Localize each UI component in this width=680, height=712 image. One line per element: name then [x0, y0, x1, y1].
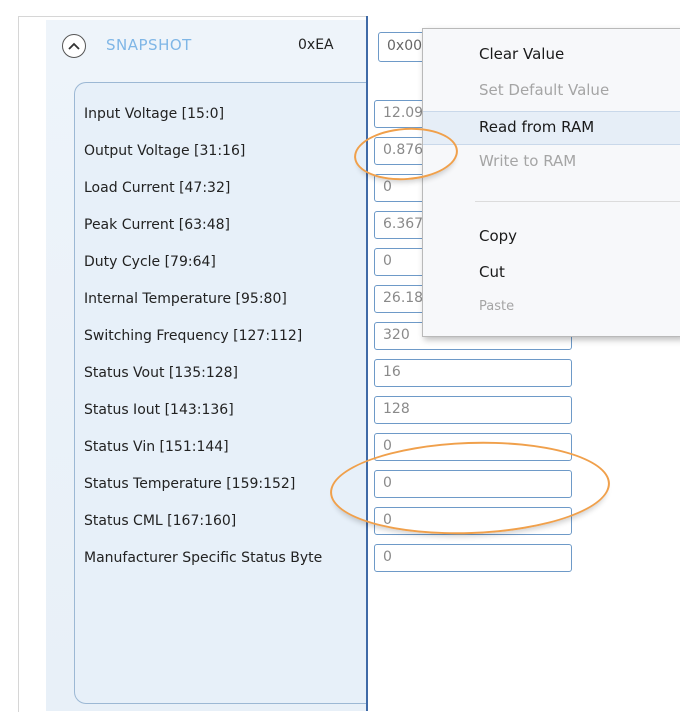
menu-item-cut[interactable]: Cut: [423, 257, 680, 291]
field-label-status-temperature: Status Temperature [159:152]: [84, 476, 296, 492]
field-label-load-current: Load Current [47:32]: [84, 180, 231, 196]
value-status-vin[interactable]: 0: [374, 433, 572, 461]
field-label-output-voltage: Output Voltage [31:16]: [84, 143, 246, 159]
value-status-cml[interactable]: 0: [374, 507, 572, 535]
chevron-up-icon: [68, 37, 80, 55]
menu-item-paste[interactable]: Paste: [423, 293, 680, 327]
field-label-duty-cycle: Duty Cycle [79:64]: [84, 254, 216, 270]
fields-group: [74, 82, 375, 704]
field-label-status-cml: Status CML [167:160]: [84, 513, 237, 529]
field-label-status-iout: Status Iout [143:136]: [84, 402, 234, 418]
field-label-internal-temperature: Internal Temperature [95:80]: [84, 291, 287, 307]
value-status-temperature[interactable]: 0: [374, 470, 572, 498]
value-manufacturer-status[interactable]: 0: [374, 544, 572, 572]
menu-item-copy[interactable]: Copy: [423, 221, 680, 255]
value-status-iout[interactable]: 128: [374, 396, 572, 424]
field-label-input-voltage: Input Voltage [15:0]: [84, 106, 225, 122]
field-label-peak-current: Peak Current [63:48]: [84, 217, 230, 233]
value-status-vout[interactable]: 16: [374, 359, 572, 387]
section-code: 0xEA: [298, 37, 334, 53]
menu-item-write-to-ram[interactable]: Write to RAM: [423, 146, 680, 180]
field-label-status-vout: Status Vout [135:128]: [84, 365, 239, 381]
field-label-manufacturer-status: Manufacturer Specific Status Byte: [84, 550, 323, 566]
menu-item-set-default-value[interactable]: Set Default Value: [423, 75, 680, 109]
menu-item-read-from-ram[interactable]: Read from RAM: [423, 111, 680, 145]
menu-item-clear-value[interactable]: Clear Value: [423, 39, 680, 73]
field-label-status-vin: Status Vin [151:144]: [84, 439, 229, 455]
context-menu: Clear Value Set Default Value Read from …: [422, 28, 680, 337]
snapshot-header: SNAPSHOT 0xEA: [62, 34, 362, 60]
field-label-switching-frequency: Switching Frequency [127:112]: [84, 328, 303, 344]
menu-separator: [475, 201, 680, 202]
collapse-button[interactable]: [62, 34, 86, 58]
section-title: SNAPSHOT: [106, 36, 192, 54]
